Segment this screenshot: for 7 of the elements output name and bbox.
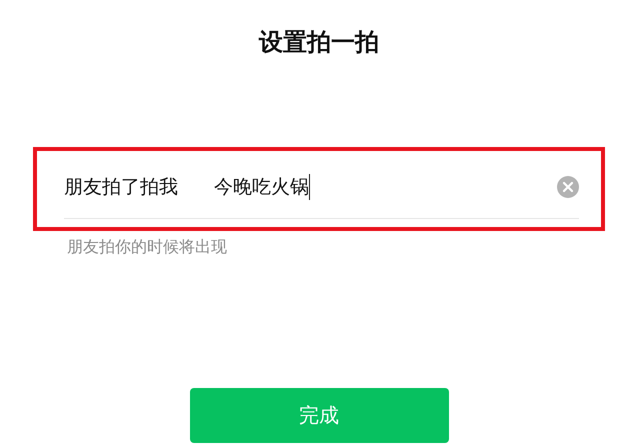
page-title: 设置拍一拍: [259, 27, 379, 58]
field-prefix: 朋友拍了拍我: [64, 175, 178, 200]
clear-icon[interactable]: [557, 176, 579, 198]
hint-text: 朋友拍你的时候将出现: [67, 237, 227, 258]
input-field[interactable]: 朋友拍了拍我 今晚吃火锅: [64, 156, 579, 219]
field-value: 今晚吃火锅: [214, 175, 309, 200]
text-cursor: [309, 174, 310, 200]
